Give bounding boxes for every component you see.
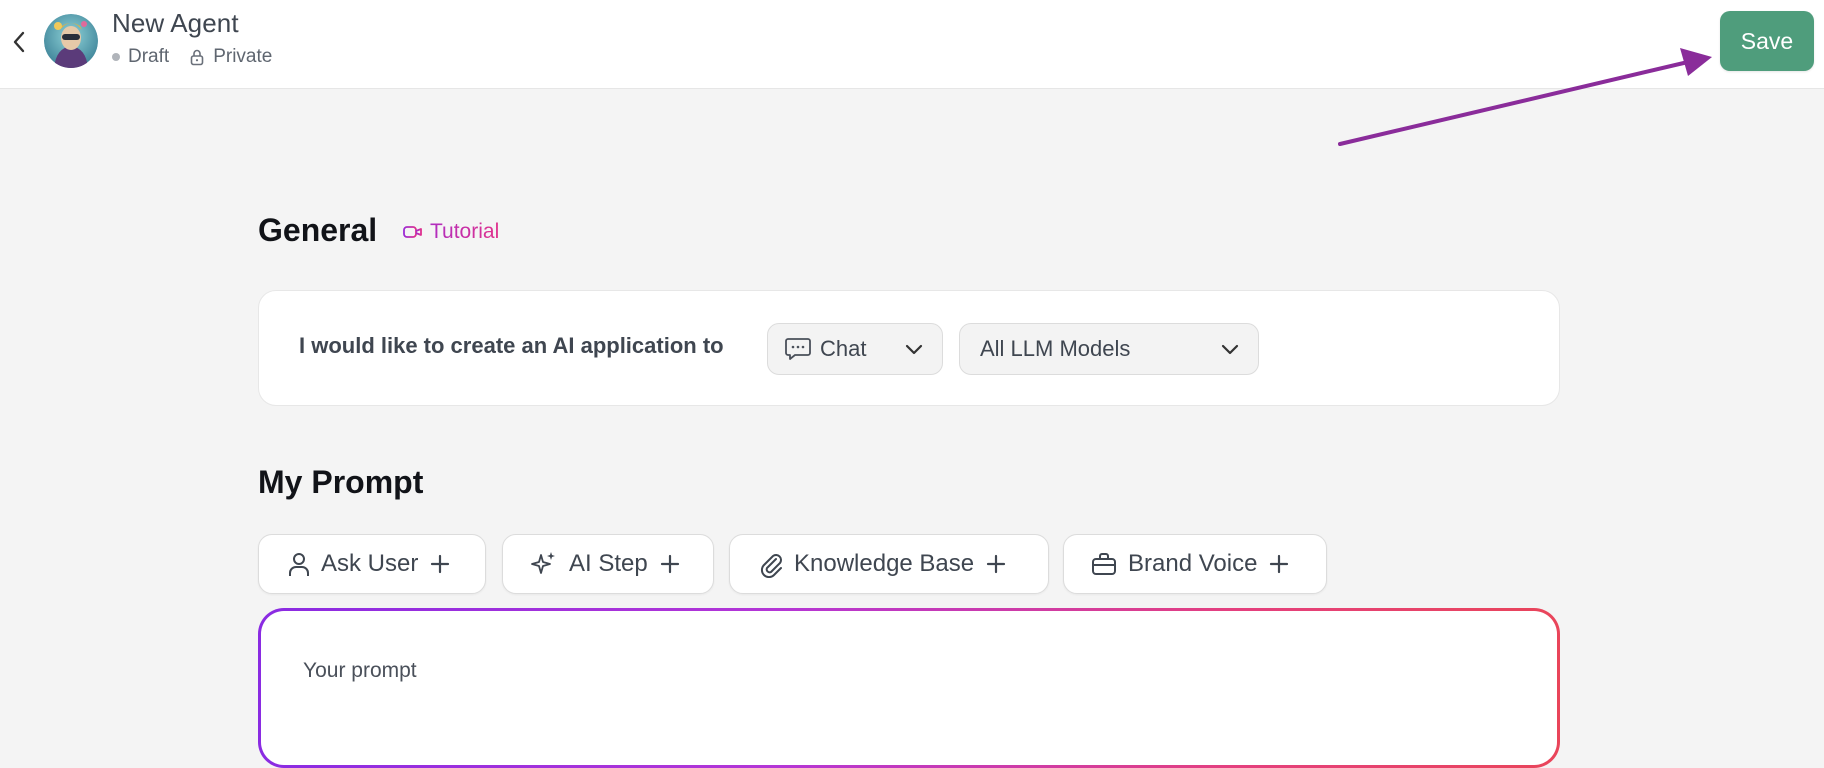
plus-icon — [986, 554, 1006, 574]
agent-name: New Agent — [112, 8, 239, 38]
mode-select[interactable]: Chat — [767, 323, 943, 375]
intro-text: I would like to create an AI application… — [299, 333, 724, 358]
back-button[interactable] — [4, 22, 34, 62]
knowledge-base-chip[interactable]: Knowledge Base — [729, 534, 1049, 594]
tutorial-label: Tutorial — [430, 220, 500, 243]
user-icon — [287, 551, 311, 577]
avatar[interactable] — [44, 14, 98, 68]
chevron-down-icon — [904, 339, 924, 359]
ask-user-chip[interactable]: Ask User — [258, 534, 486, 594]
lock-icon — [189, 48, 205, 66]
paperclip-icon — [758, 550, 784, 578]
mode-value: Chat — [820, 336, 867, 361]
chip-label: Ask User — [321, 550, 419, 577]
model-value: All LLM Models — [980, 336, 1131, 361]
briefcase-icon — [1090, 551, 1118, 577]
brand-voice-chip[interactable]: Brand Voice — [1063, 534, 1327, 594]
top-bar: New Agent Draft Private Save — [0, 0, 1824, 89]
save-button[interactable]: Save — [1720, 11, 1814, 71]
model-select[interactable]: All LLM Models — [959, 323, 1259, 375]
ai-step-chip[interactable]: AI Step — [502, 534, 714, 594]
general-title: General — [258, 212, 378, 248]
status-dot-icon — [112, 53, 120, 61]
video-icon — [402, 224, 424, 240]
chat-bubble-icon — [784, 336, 812, 362]
sparkle-icon — [529, 549, 559, 579]
agent-meta: Draft Private — [112, 46, 272, 68]
prompt-title: My Prompt — [258, 464, 424, 500]
prompt-placeholder[interactable]: Your prompt — [303, 659, 417, 683]
plus-icon — [430, 554, 450, 574]
visibility-label: Private — [213, 46, 273, 67]
chevron-down-icon — [1220, 339, 1240, 359]
general-card: I would like to create an AI application… — [258, 290, 1560, 406]
plus-icon — [660, 554, 680, 574]
tutorial-link[interactable]: Tutorial — [402, 220, 499, 244]
status-label: Draft — [128, 46, 170, 67]
chip-label: AI Step — [569, 550, 648, 577]
chip-label: Knowledge Base — [794, 550, 975, 577]
chevron-left-icon — [13, 31, 25, 53]
plus-icon — [1269, 554, 1289, 574]
chip-label: Brand Voice — [1128, 550, 1258, 577]
prompt-editor[interactable]: Your prompt — [258, 608, 1560, 768]
